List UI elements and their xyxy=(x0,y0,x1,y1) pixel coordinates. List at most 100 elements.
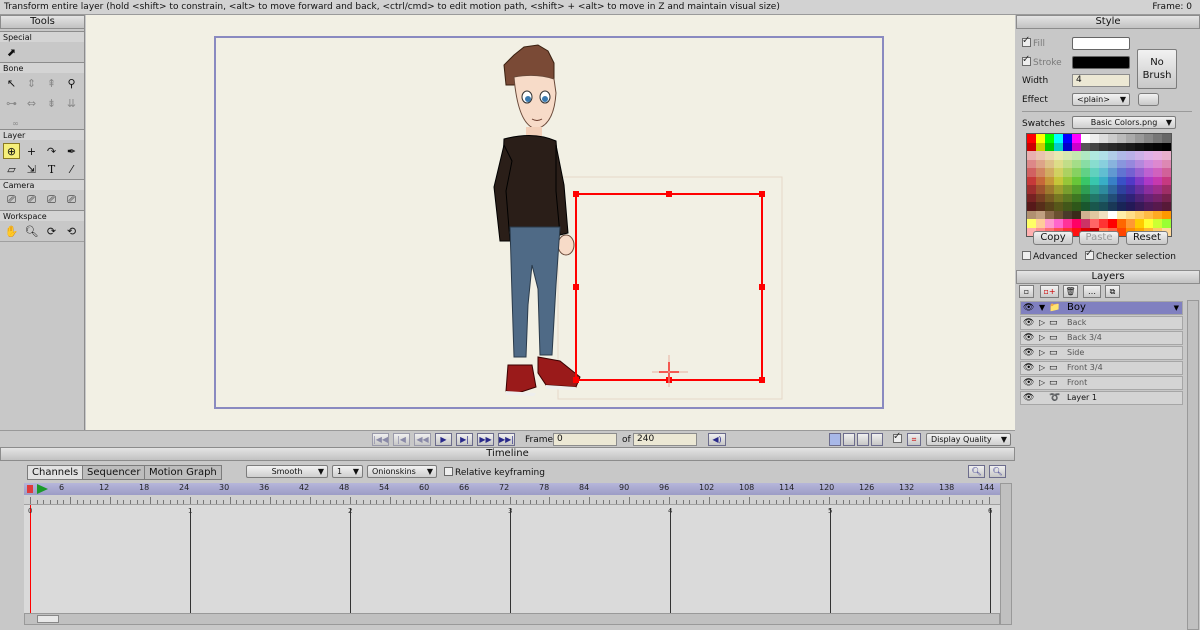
color-swatch[interactable] xyxy=(1144,176,1153,185)
color-swatch[interactable] xyxy=(1099,142,1108,151)
color-swatch[interactable] xyxy=(1072,159,1081,168)
onion-count-dropdown[interactable]: 1 ▼ xyxy=(332,465,363,478)
color-swatch[interactable] xyxy=(1162,219,1171,228)
color-swatch[interactable] xyxy=(1108,176,1117,185)
collapse-arrow-icon[interactable]: ▼ xyxy=(1039,302,1045,314)
color-swatch[interactable] xyxy=(1036,193,1045,202)
color-swatch[interactable] xyxy=(1117,210,1126,219)
swatches-dropdown[interactable]: Basic Colors.png ▼ xyxy=(1072,116,1176,129)
roll-camera-icon[interactable]: ⎚ xyxy=(43,192,60,208)
color-swatch[interactable] xyxy=(1126,219,1135,228)
color-swatch[interactable] xyxy=(1081,151,1090,160)
rotate-layer-icon[interactable]: ↷ xyxy=(43,143,60,159)
color-swatch[interactable] xyxy=(1099,202,1108,211)
color-swatch[interactable] xyxy=(1054,142,1063,151)
layer-row[interactable]: 👁 ▷ ▭ Front xyxy=(1020,376,1183,390)
color-swatch[interactable] xyxy=(1135,202,1144,211)
color-swatch[interactable] xyxy=(1090,193,1099,202)
color-swatch[interactable] xyxy=(1117,219,1126,228)
color-swatch[interactable] xyxy=(1090,151,1099,160)
interpolation-dropdown[interactable]: Smooth ▼ xyxy=(246,465,328,478)
color-swatch[interactable] xyxy=(1081,176,1090,185)
frame-ruler[interactable]: 6 12 18 24 30 36 42 48 54 60 66 72 78 84 90 96 102 108 114… xyxy=(24,483,1000,495)
display-toggle-checkbox[interactable] xyxy=(893,431,904,445)
width-input[interactable]: 4 xyxy=(1072,74,1130,87)
switch-layer-icon[interactable]: ⇲ xyxy=(23,161,40,177)
color-swatch[interactable] xyxy=(1108,142,1117,151)
color-swatch[interactable] xyxy=(1108,193,1117,202)
color-swatch[interactable] xyxy=(1099,134,1108,143)
color-swatch[interactable] xyxy=(1036,151,1045,160)
color-swatch[interactable] xyxy=(1144,134,1153,143)
color-swatch[interactable] xyxy=(1153,193,1162,202)
sound-icon[interactable]: ◀) xyxy=(708,433,726,446)
timeline-vertical-scrollbar[interactable] xyxy=(1000,483,1012,625)
color-swatch[interactable] xyxy=(1153,151,1162,160)
color-swatch[interactable] xyxy=(1036,202,1045,211)
color-swatch[interactable] xyxy=(1153,168,1162,177)
layer-row[interactable]: 👁 ▷ ▭ Front 3/4 xyxy=(1020,361,1183,375)
display-quality-dropdown[interactable]: Display Quality ▼ xyxy=(926,433,1011,446)
scroll-thumb[interactable] xyxy=(37,615,59,623)
color-swatch[interactable] xyxy=(1153,134,1162,143)
color-swatch[interactable] xyxy=(1144,151,1153,160)
drawing-canvas[interactable] xyxy=(86,15,1015,430)
color-swatch[interactable] xyxy=(1117,176,1126,185)
single-view-icon[interactable] xyxy=(829,433,841,446)
translate-bone-icon[interactable]: ⇕ xyxy=(23,75,40,91)
zoom-in-icon[interactable]: 🔍︎ xyxy=(989,465,1006,478)
color-swatch[interactable] xyxy=(1045,151,1054,160)
color-swatch[interactable] xyxy=(1072,176,1081,185)
color-swatch[interactable] xyxy=(1090,210,1099,219)
color-swatch[interactable] xyxy=(1135,219,1144,228)
color-swatch[interactable] xyxy=(1126,142,1135,151)
color-swatch[interactable] xyxy=(1045,185,1054,194)
color-swatch[interactable] xyxy=(1135,210,1144,219)
color-swatch[interactable] xyxy=(1099,168,1108,177)
color-swatch[interactable] xyxy=(1045,134,1054,143)
bone-strength-icon[interactable]: ⊶ xyxy=(3,95,20,111)
color-swatch[interactable] xyxy=(1045,202,1054,211)
color-swatch[interactable] xyxy=(1027,210,1036,219)
color-swatch[interactable] xyxy=(1099,151,1108,160)
color-swatch[interactable] xyxy=(1117,134,1126,143)
color-swatch[interactable] xyxy=(1126,176,1135,185)
no-brush-button[interactable]: No Brush xyxy=(1137,49,1177,89)
color-swatch[interactable] xyxy=(1090,134,1099,143)
step-forward-icon[interactable]: ▶| xyxy=(456,433,473,446)
color-swatch[interactable] xyxy=(1135,168,1144,177)
color-swatch[interactable] xyxy=(1117,142,1126,151)
color-swatch[interactable] xyxy=(1027,134,1036,143)
color-swatch[interactable] xyxy=(1081,219,1090,228)
color-swatch[interactable] xyxy=(1036,210,1045,219)
color-swatch[interactable] xyxy=(1108,202,1117,211)
timeline-tracks[interactable]: 0 1 2 3 4 5 6 xyxy=(24,505,1000,613)
layers-scrollbar[interactable] xyxy=(1187,300,1199,630)
color-swatch[interactable] xyxy=(1063,134,1072,143)
color-swatch[interactable] xyxy=(1081,159,1090,168)
color-swatch[interactable] xyxy=(1126,168,1135,177)
color-swatch[interactable] xyxy=(1126,210,1135,219)
color-swatch[interactable] xyxy=(1054,168,1063,177)
color-swatch[interactable] xyxy=(1144,219,1153,228)
color-swatch[interactable] xyxy=(1153,219,1162,228)
color-swatch[interactable] xyxy=(1036,176,1045,185)
fast-forward-icon[interactable]: ▶▶| xyxy=(498,433,515,446)
add-point-icon[interactable]: ⬈ xyxy=(3,44,20,60)
reparent-bone-icon[interactable]: ⚲ xyxy=(63,75,80,91)
color-swatch[interactable] xyxy=(1045,210,1054,219)
layer-row[interactable]: 👁 ➰ Layer 1 xyxy=(1020,391,1183,405)
color-swatch[interactable] xyxy=(1027,151,1036,160)
color-swatch[interactable] xyxy=(1045,142,1054,151)
color-swatch[interactable] xyxy=(1117,202,1126,211)
expand-arrow-icon[interactable]: ▷ xyxy=(1039,317,1045,329)
expand-arrow-icon[interactable]: ▷ xyxy=(1039,362,1045,374)
color-swatch[interactable] xyxy=(1045,219,1054,228)
color-swatch[interactable] xyxy=(1162,176,1171,185)
color-swatch[interactable] xyxy=(1045,193,1054,202)
color-swatch[interactable] xyxy=(1027,185,1036,194)
color-swatch[interactable] xyxy=(1090,185,1099,194)
color-swatch[interactable] xyxy=(1126,185,1135,194)
color-swatch[interactable] xyxy=(1072,219,1081,228)
reset-button[interactable]: Reset xyxy=(1126,231,1168,245)
